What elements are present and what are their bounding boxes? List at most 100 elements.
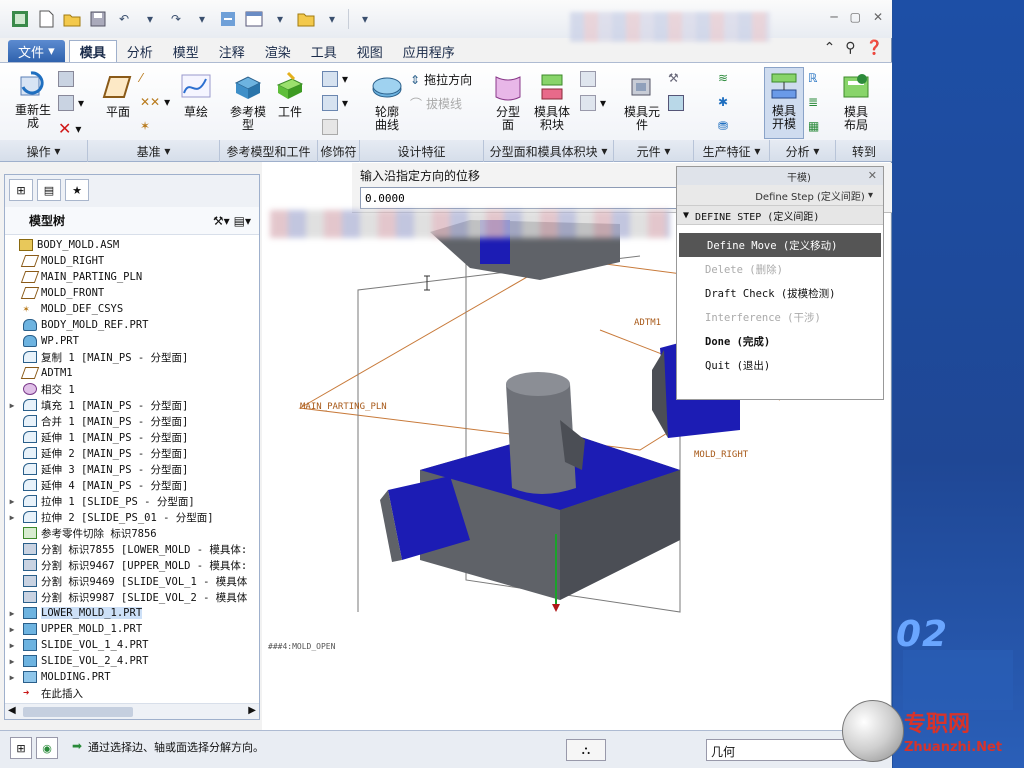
- redo-icon[interactable]: ↷: [166, 9, 186, 29]
- tab-mold[interactable]: 模具: [68, 40, 117, 62]
- tree-settings-icon[interactable]: ⚒▾: [213, 214, 230, 228]
- tab-file[interactable]: 文件 ▾: [8, 40, 65, 62]
- chevron-down-icon[interactable]: ▾: [270, 9, 290, 29]
- tree-node[interactable]: ▶ 拉伸 2 [SLIDE_PS_01 - 分型面]: [5, 509, 259, 525]
- chevron-down-icon[interactable]: ▾: [322, 9, 342, 29]
- menu-item-draft-check[interactable]: Draft Check (拔模检测): [677, 281, 883, 305]
- tree-node[interactable]: 分割 标识7855 [LOWER_MOLD - 模具体:: [5, 541, 259, 557]
- group-operations[interactable]: 操作 ▾: [0, 140, 88, 162]
- sketch-button[interactable]: 草绘: [178, 71, 214, 119]
- plane-button[interactable]: 平面: [100, 71, 136, 119]
- tab-annotate[interactable]: 注释: [209, 40, 255, 62]
- tree-node[interactable]: 延伸 1 [MAIN_PS - 分型面]: [5, 429, 259, 445]
- group-parting-surface[interactable]: 分型面和模具体积块 ▾: [484, 140, 614, 162]
- draft-line-button[interactable]: ⌒ 拔模线: [410, 95, 462, 112]
- parting-surface-button[interactable]: 分型 面: [492, 71, 524, 132]
- menu-item-define-move[interactable]: Define Move (定义移动): [679, 233, 881, 257]
- tree-columns-icon[interactable]: ▤▾: [234, 214, 251, 228]
- favorites-tab-icon[interactable]: ★: [65, 179, 89, 201]
- tree-node[interactable]: ▶ SLIDE_VOL_1_4.PRT: [5, 637, 259, 653]
- maximize-icon[interactable]: ▢: [850, 10, 861, 24]
- folder-browser-tab-icon[interactable]: ▤: [37, 179, 61, 201]
- tree-node[interactable]: MOLD_RIGHT: [5, 253, 259, 269]
- customize-icon[interactable]: ▾: [355, 9, 375, 29]
- displacement-input[interactable]: [360, 187, 726, 209]
- expand-arrow-icon[interactable]: ▶: [5, 513, 19, 522]
- tab-analysis[interactable]: 分析: [117, 40, 163, 62]
- close-icon[interactable]: ✕: [868, 169, 877, 182]
- tree-node[interactable]: 延伸 4 [MAIN_PS - 分型面]: [5, 477, 259, 493]
- tree-node[interactable]: BODY_MOLD.ASM: [5, 237, 259, 253]
- cosmetic-button-2[interactable]: ▾: [322, 95, 348, 111]
- analysis-tool-3[interactable]: ▦: [808, 119, 819, 133]
- production-tool-3[interactable]: ⛃: [718, 119, 728, 133]
- mold-component-button[interactable]: 模具元 件: [620, 71, 664, 132]
- expand-arrow-icon[interactable]: ▶: [5, 609, 19, 618]
- tree-node[interactable]: ▶ 填充 1 [MAIN_PS - 分型面]: [5, 397, 259, 413]
- tab-view[interactable]: 视图: [347, 40, 393, 62]
- menu-sub-title[interactable]: Define Step (定义间距) ▾: [677, 185, 883, 205]
- tree-node[interactable]: 延伸 3 [MAIN_PS - 分型面]: [5, 461, 259, 477]
- mold-layout-button[interactable]: 模具 布局: [836, 71, 876, 132]
- mold-open-button[interactable]: 模具 开模: [764, 67, 804, 139]
- tab-render[interactable]: 渲染: [255, 40, 301, 62]
- tree-node[interactable]: MOLD_FRONT: [5, 285, 259, 301]
- tree-node[interactable]: 分割 标识9469 [SLIDE_VOL_1 - 模具体: [5, 573, 259, 589]
- expand-arrow-icon[interactable]: ▶: [5, 657, 19, 666]
- tree-node[interactable]: WP.PRT: [5, 333, 259, 349]
- tree-node[interactable]: ▶ LOWER_MOLD_1.PRT: [5, 605, 259, 621]
- show-tree-icon[interactable]: ⊞: [10, 737, 32, 759]
- tree-node[interactable]: BODY_MOLD_REF.PRT: [5, 317, 259, 333]
- open-icon[interactable]: [62, 9, 82, 29]
- analysis-tool-1[interactable]: ℝ: [808, 71, 818, 85]
- menu-item-done[interactable]: Done (完成): [677, 329, 883, 353]
- production-tool-2[interactable]: ✱: [718, 95, 728, 109]
- chevron-down-icon[interactable]: ▾: [140, 9, 160, 29]
- model-tree-tab-icon[interactable]: ⊞: [9, 179, 33, 201]
- group-production-features[interactable]: 生产特征 ▾: [694, 140, 770, 162]
- new-icon[interactable]: [36, 9, 56, 29]
- expand-arrow-icon[interactable]: ▶: [5, 497, 19, 506]
- model-tree-list[interactable]: BODY_MOLD.ASM MOLD_RIGHT MAIN_PARTING_PLN M…: [5, 237, 259, 699]
- workpiece-button[interactable]: 工件: [272, 71, 308, 119]
- regenerate-button[interactable]: 重新生 成: [12, 69, 54, 130]
- help-icon[interactable]: ❓: [866, 40, 883, 56]
- regenerate-icon[interactable]: [218, 9, 238, 29]
- scroll-right-icon[interactable]: ▶: [248, 705, 256, 716]
- cosmetic-button-3[interactable]: [322, 119, 338, 135]
- expand-arrow-icon[interactable]: ▶: [5, 641, 19, 650]
- point-button[interactable]: ✕✕ ▾: [140, 95, 170, 109]
- tree-node[interactable]: ▶ 拉伸 1 [SLIDE_PS - 分型面]: [5, 493, 259, 509]
- tree-node[interactable]: ✶ MOLD_DEF_CSYS: [5, 301, 259, 317]
- csys-button[interactable]: ✶: [140, 119, 150, 133]
- menu-item-quit[interactable]: Quit (退出): [677, 353, 883, 377]
- volume-tool-1[interactable]: [580, 71, 596, 87]
- browser-icon[interactable]: ◉: [36, 737, 58, 759]
- find-icon[interactable]: ⛬: [566, 739, 606, 761]
- reference-model-button[interactable]: 参考模 型: [226, 71, 270, 132]
- tree-node[interactable]: 延伸 2 [MAIN_PS - 分型面]: [5, 445, 259, 461]
- undo-icon[interactable]: ↶: [114, 9, 134, 29]
- chevron-down-icon[interactable]: ▾: [192, 9, 212, 29]
- folder-icon[interactable]: [296, 9, 316, 29]
- tree-node[interactable]: 参考零件切除 标识7856: [5, 525, 259, 541]
- windows-icon[interactable]: [244, 9, 264, 29]
- cosmetic-button-1[interactable]: ▾: [322, 71, 348, 87]
- search-icon[interactable]: ⚲: [845, 40, 855, 56]
- axis-button[interactable]: ⁄: [140, 71, 142, 85]
- tree-horizontal-scrollbar[interactable]: ◀ ▶: [5, 703, 259, 719]
- close-icon[interactable]: ✕: [873, 10, 883, 24]
- tab-applications[interactable]: 应用程序: [393, 40, 465, 62]
- delete-button[interactable]: ✕ ▾: [58, 119, 81, 138]
- analysis-tool-2[interactable]: ≣: [808, 95, 818, 109]
- tree-node[interactable]: ▶ UPPER_MOLD_1.PRT: [5, 621, 259, 637]
- minimize-icon[interactable]: ─: [830, 10, 837, 24]
- scroll-thumb[interactable]: [23, 707, 133, 717]
- tree-node[interactable]: ▶ SLIDE_VOL_2_4.PRT: [5, 653, 259, 669]
- group-datum[interactable]: 基准 ▾: [88, 140, 220, 162]
- expand-arrow-icon[interactable]: ▶: [5, 401, 19, 410]
- collapse-ribbon-icon[interactable]: ⌃: [824, 40, 836, 56]
- profile-curve-button[interactable]: 轮廓 曲线: [366, 71, 408, 132]
- app-icon[interactable]: [10, 9, 30, 29]
- tree-node[interactable]: 复制 1 [MAIN_PS - 分型面]: [5, 349, 259, 365]
